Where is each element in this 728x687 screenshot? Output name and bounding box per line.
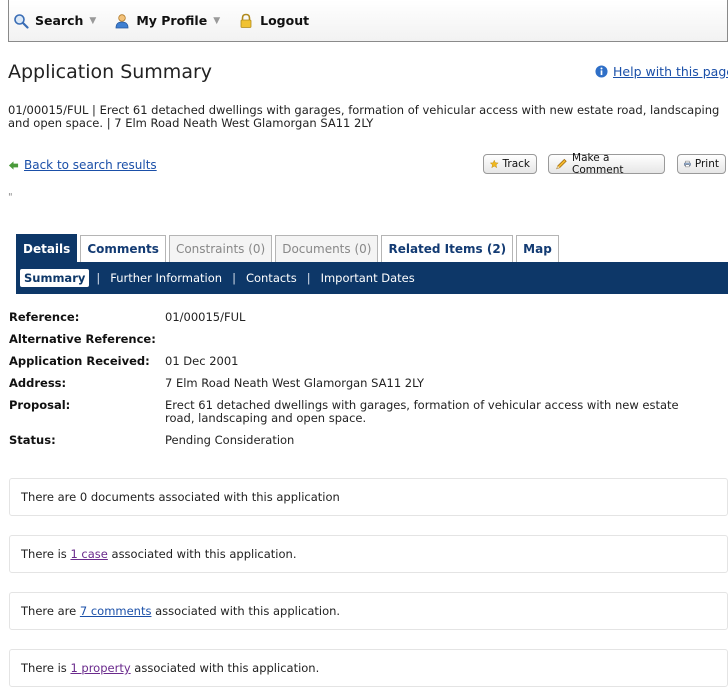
comments-link[interactable]: 7 comments xyxy=(80,604,152,618)
cases-prefix: There is xyxy=(21,547,67,561)
subtab-contacts[interactable]: Contacts xyxy=(243,269,300,287)
tab-comments[interactable]: Comments xyxy=(80,235,166,262)
track-button[interactable]: Track xyxy=(483,154,537,174)
detail-label: Reference: xyxy=(9,310,80,324)
comments-prefix: There are xyxy=(21,604,77,618)
property-summary-box: There is 1 property associated with this… xyxy=(9,649,728,687)
cases-link[interactable]: 1 case xyxy=(70,547,107,561)
pencil-icon xyxy=(556,158,567,170)
make-comment-label: Make a Comment xyxy=(572,152,624,176)
detail-row-address: Address: 7 Elm Road Neath West Glamorgan… xyxy=(9,377,724,390)
documents-summary-box: There are 0 documents associated with th… xyxy=(9,478,728,516)
logout-label: Logout xyxy=(260,13,310,28)
my-profile-label: My Profile xyxy=(136,13,208,28)
my-profile-menu[interactable]: My Profile ▼ xyxy=(114,13,220,29)
chevron-down-icon: ▼ xyxy=(213,15,221,26)
detail-label: Status: xyxy=(9,433,56,447)
tab-documents[interactable]: Documents (0) xyxy=(275,235,379,262)
detail-row-alternative-reference: Alternative Reference: xyxy=(9,333,724,346)
documents-summary-text: There are 0 documents associated with th… xyxy=(21,490,340,504)
tab-constraints[interactable]: Constraints (0) xyxy=(168,235,273,262)
info-icon xyxy=(595,65,608,78)
detail-value: Pending Consideration xyxy=(165,433,295,447)
search-menu-label: Search xyxy=(35,13,84,28)
detail-label: Application Received: xyxy=(9,354,150,368)
make-comment-button[interactable]: Make a Comment xyxy=(548,152,665,176)
star-icon xyxy=(490,159,499,169)
detail-row-status: Status: Pending Consideration xyxy=(9,434,724,447)
back-to-results[interactable]: Back to search results xyxy=(8,158,157,172)
lock-icon xyxy=(240,13,252,28)
cases-suffix: associated with this application. xyxy=(111,547,297,561)
search-menu[interactable]: Search ▼ xyxy=(13,13,96,29)
comments-suffix: associated with this application. xyxy=(155,604,341,618)
chevron-down-icon: ▼ xyxy=(89,15,97,26)
subtab-important-dates[interactable]: Important Dates xyxy=(318,269,418,287)
tab-details[interactable]: Details xyxy=(16,234,78,262)
track-label: Track xyxy=(502,158,530,170)
arrow-left-icon xyxy=(8,160,19,170)
cases-summary-box: There is 1 case associated with this app… xyxy=(9,535,728,573)
help-link[interactable]: Help with this page xyxy=(595,64,728,79)
detail-row-proposal: Proposal: Erect 61 detached dwellings wi… xyxy=(9,399,724,425)
property-prefix: There is xyxy=(21,661,67,675)
search-icon xyxy=(14,13,29,29)
help-link-text[interactable]: Help with this page xyxy=(613,64,728,79)
detail-value: 7 Elm Road Neath West Glamorgan SA11 2LY xyxy=(165,376,425,390)
details-table: Reference: 01/00015/FUL Alternative Refe… xyxy=(9,311,724,456)
detail-label: Proposal: xyxy=(9,398,71,412)
print-label: Print xyxy=(694,158,719,170)
back-link-text[interactable]: Back to search results xyxy=(24,158,157,172)
comments-summary-box: There are 7 comments associated with thi… xyxy=(9,592,728,630)
tab-map[interactable]: Map xyxy=(516,235,559,262)
application-description: 01/00015/FUL | Erect 61 detached dwellin… xyxy=(8,103,720,130)
detail-value xyxy=(165,333,710,346)
stray-mark: " xyxy=(8,192,13,203)
printer-icon xyxy=(684,160,691,168)
subtab-further-information[interactable]: Further Information xyxy=(107,269,225,287)
sub-navigation: Summary | Further Information | Contacts… xyxy=(16,262,728,294)
page-title: Application Summary xyxy=(8,61,213,83)
detail-value: Erect 61 detached dwellings with garages… xyxy=(165,398,679,425)
print-button[interactable]: Print xyxy=(677,154,726,174)
detail-label: Alternative Reference: xyxy=(9,332,156,346)
property-suffix: associated with this application. xyxy=(134,661,320,675)
detail-row-application-received: Application Received: 01 Dec 2001 xyxy=(9,355,724,368)
detail-value: 01 Dec 2001 xyxy=(165,354,239,368)
detail-row-reference: Reference: 01/00015/FUL xyxy=(9,311,724,324)
separator: | xyxy=(232,271,236,285)
detail-value: 01/00015/FUL xyxy=(165,310,246,324)
separator: | xyxy=(96,271,101,285)
tab-related-items[interactable]: Related Items (2) xyxy=(381,235,514,262)
top-nav: Search ▼ My Profile ▼ Logout xyxy=(8,0,728,42)
detail-label: Address: xyxy=(9,376,67,390)
user-icon xyxy=(115,13,129,28)
property-link[interactable]: 1 property xyxy=(70,661,130,675)
subtab-summary[interactable]: Summary xyxy=(20,269,90,287)
logout-link[interactable]: Logout xyxy=(238,13,309,29)
separator: | xyxy=(306,271,311,285)
tab-bar: Details Comments Constraints (0) Documen… xyxy=(16,234,562,262)
